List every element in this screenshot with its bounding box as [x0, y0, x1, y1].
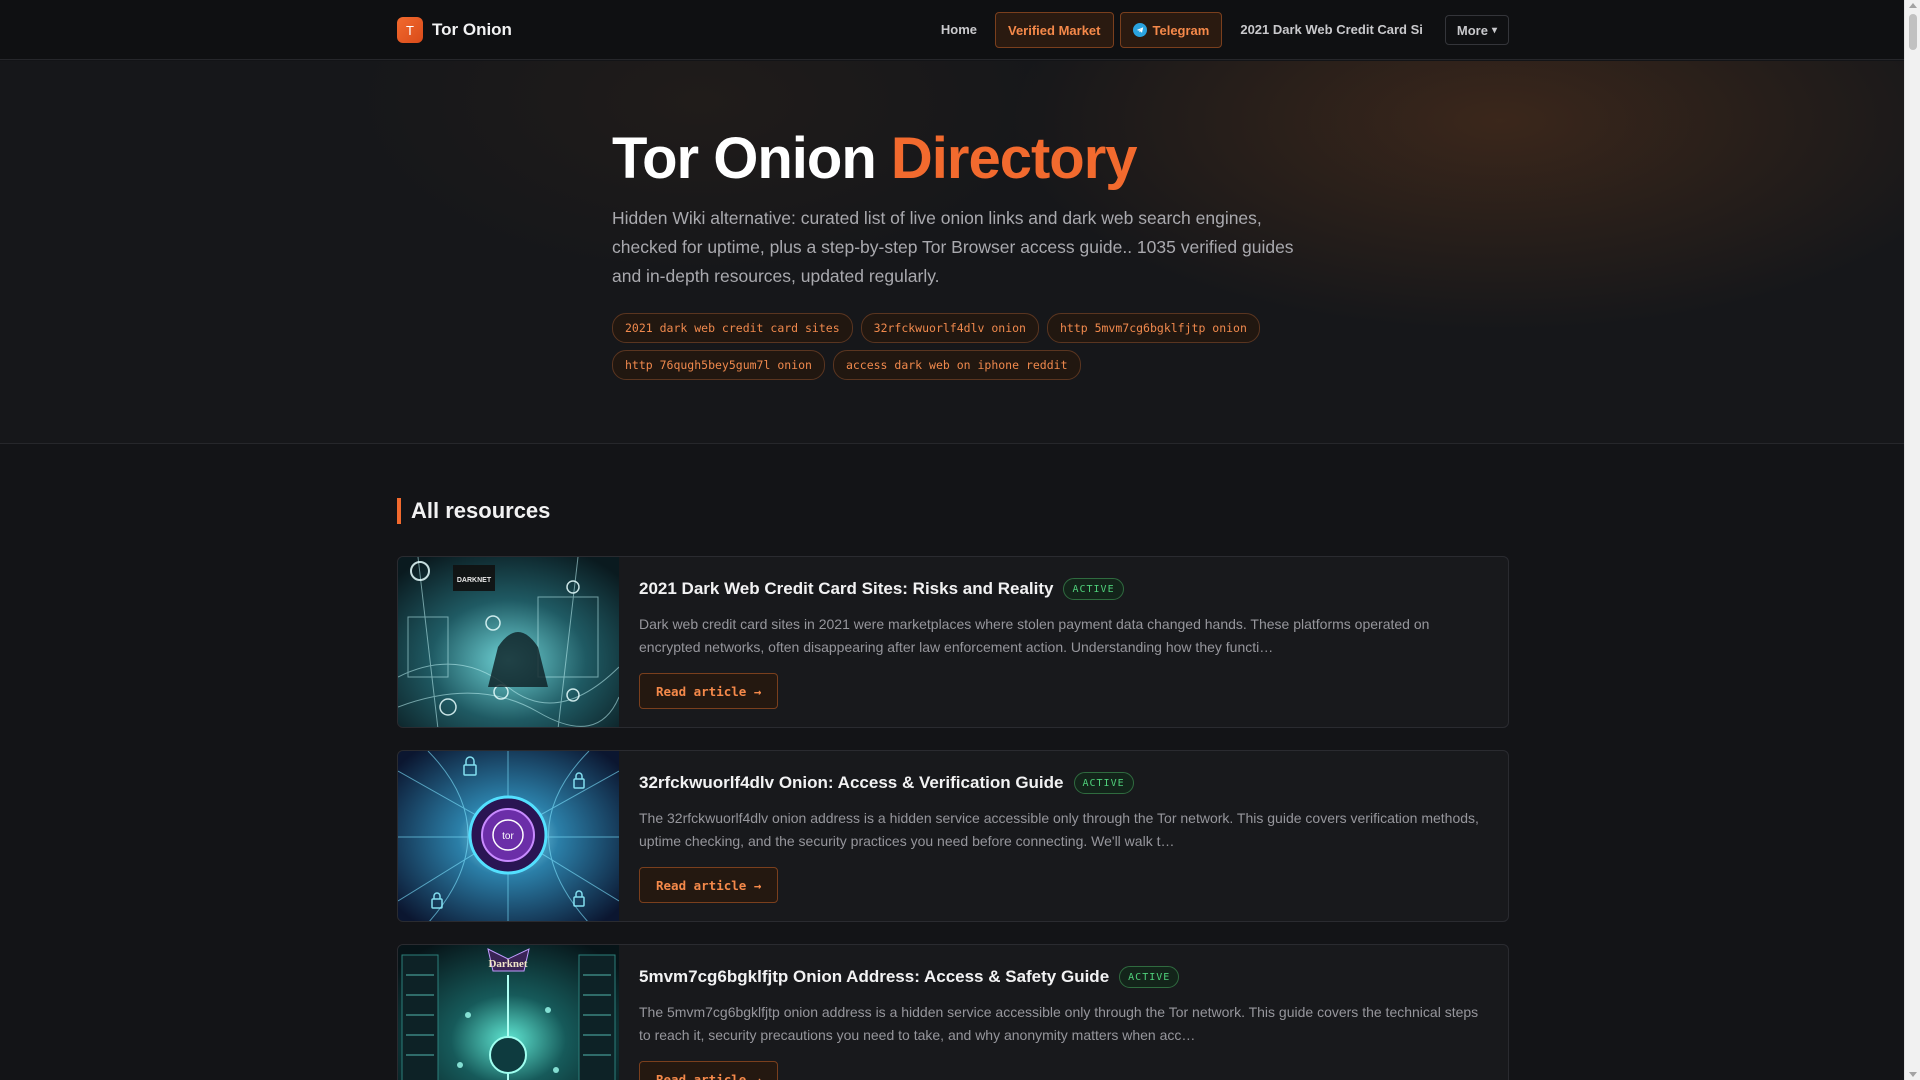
- chevron-down-icon: ▾: [1491, 24, 1497, 36]
- read-article-button[interactable]: Read article →: [639, 867, 779, 903]
- tag-chip[interactable]: 32rfckwuorlf4dlv onion: [860, 313, 1039, 343]
- nav-more-dropdown[interactable]: More ▾: [1444, 15, 1509, 45]
- resource-excerpt: The 32rfckwuorlf4dlv onion address is a …: [639, 810, 1479, 849]
- nav-verified-market-label: Verified Market: [1008, 22, 1101, 38]
- page-title-accent: Directory: [890, 126, 1138, 191]
- status-badge: ACTIVE: [1063, 578, 1124, 600]
- tag-chip[interactable]: access dark web on iphone reddit: [832, 350, 1081, 380]
- read-article-button[interactable]: Read article →: [639, 673, 779, 709]
- resource-card-body: 32rfckwuorlf4dlv Onion: Access & Verific…: [639, 771, 1489, 903]
- nav-telegram-button[interactable]: Telegram: [1119, 12, 1223, 48]
- page-title: Tor Onion Directory: [612, 125, 1138, 192]
- resource-thumbnail: Darknet: [398, 945, 619, 1080]
- tag-chip[interactable]: 2021 dark web credit card sites: [612, 313, 853, 343]
- darknet-image: DARKNET: [398, 557, 619, 727]
- tag-list: 2021 dark web credit card sites 32rfckwu…: [612, 313, 1312, 380]
- section-heading: All resources: [397, 498, 550, 524]
- thumbnail-label: Darknet: [488, 958, 527, 970]
- scroll-down-arrow-icon[interactable]: [1909, 1072, 1917, 1077]
- nav-verified-market-button[interactable]: Verified Market: [995, 12, 1114, 48]
- brand-name: Tor Onion: [432, 20, 512, 39]
- resource-thumbnail: tor: [398, 751, 619, 921]
- nav-telegram-label: Telegram: [1152, 22, 1210, 38]
- hero-section: Tor Onion Directory Hidden Wiki alternat…: [0, 61, 1904, 444]
- nav-home-link[interactable]: Home: [929, 12, 989, 48]
- resource-card[interactable]: tor 32rfckwuorlf4dlv Onion: Access & Ver…: [397, 750, 1509, 922]
- tor-onion-image: tor: [398, 751, 619, 921]
- resource-excerpt: The 5mvm7cg6bgklfjtp onion address is a …: [639, 1004, 1479, 1043]
- brand-logo: T: [397, 17, 423, 43]
- resource-title[interactable]: 2021 Dark Web Credit Card Sites: Risks a…: [639, 579, 1053, 599]
- scroll-up-arrow-icon[interactable]: [1909, 3, 1917, 8]
- thumbnail-label: DARKNET: [457, 577, 492, 584]
- status-badge: ACTIVE: [1073, 772, 1134, 794]
- resource-card[interactable]: DARKNET 2021 Dark Web Credit Card Sites:…: [397, 556, 1509, 728]
- hero-description: Hidden Wiki alternative: curated list of…: [612, 208, 1294, 286]
- resource-title[interactable]: 32rfckwuorlf4dlv Onion: Access & Verific…: [639, 773, 1064, 793]
- status-badge: ACTIVE: [1119, 966, 1180, 988]
- resource-thumbnail: DARKNET: [398, 557, 619, 727]
- resource-card[interactable]: Darknet 5mvm7cg6bgklfjtp Onion Address: …: [397, 944, 1509, 1080]
- tag-chip[interactable]: http 76qugh5bey5gum7l onion: [612, 350, 825, 380]
- nav-article-link[interactable]: 2021 Dark Web Credit Card Si: [1228, 12, 1435, 48]
- thumbnail-label: tor: [502, 831, 514, 842]
- resource-card-body: 2021 Dark Web Credit Card Sites: Risks a…: [639, 577, 1489, 709]
- resource-excerpt: Dark web credit card sites in 2021 were …: [639, 616, 1430, 655]
- nav-links: Home Verified Market Telegram 2021 Dark …: [929, 12, 1509, 48]
- page-scrollbar[interactable]: [1904, 0, 1920, 1080]
- telegram-icon: [1132, 23, 1147, 37]
- resource-card-body: 5mvm7cg6bgklfjtp Onion Address: Access &…: [639, 965, 1489, 1080]
- top-navbar: T Tor Onion Home Verified Market Telegra…: [0, 0, 1904, 60]
- scrollbar-thumb[interactable]: [1909, 14, 1917, 50]
- darknet-server-image: Darknet: [398, 945, 619, 1080]
- tag-chip[interactable]: http 5mvm7cg6bgklfjtp onion: [1046, 313, 1260, 343]
- page-title-main: Tor Onion: [612, 126, 877, 191]
- resource-title[interactable]: 5mvm7cg6bgklfjtp Onion Address: Access &…: [639, 967, 1109, 987]
- brand[interactable]: T Tor Onion: [397, 17, 512, 43]
- read-article-button[interactable]: Read article →: [639, 1061, 779, 1080]
- nav-more-label: More: [1456, 22, 1488, 38]
